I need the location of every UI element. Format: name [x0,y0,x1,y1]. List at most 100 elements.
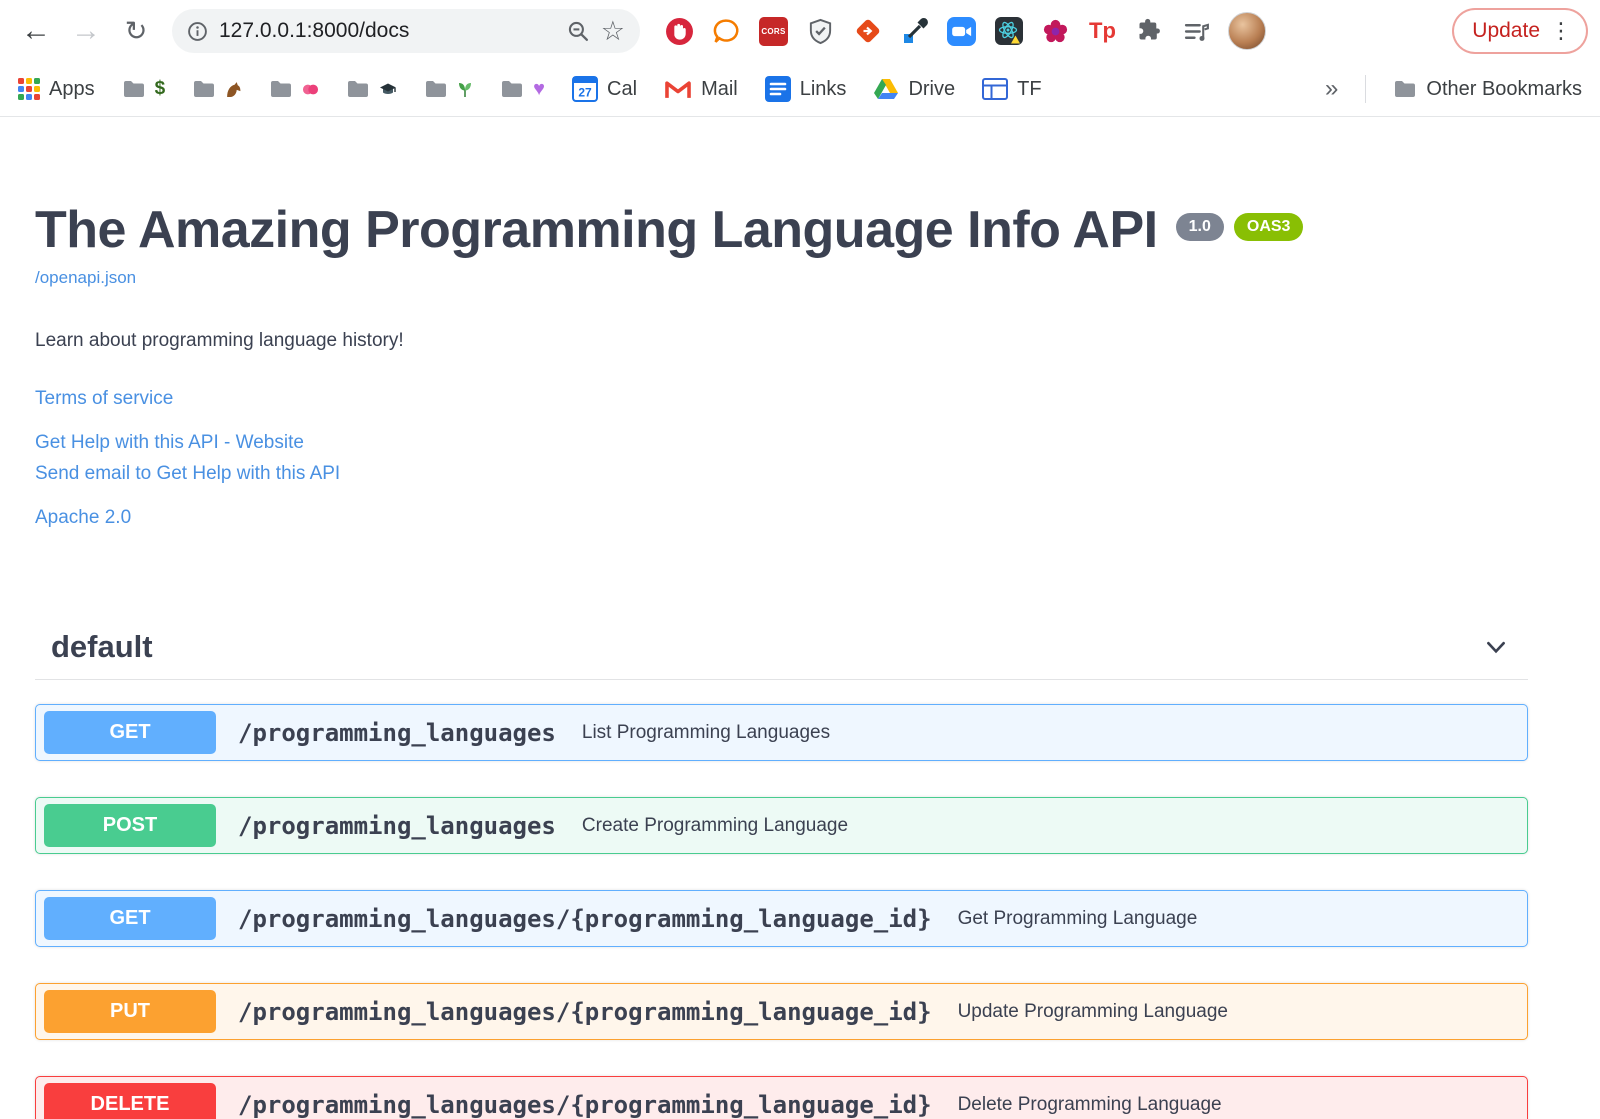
bookmark-folder-brain[interactable] [269,79,319,99]
endpoint-row[interactable]: POST /programming_languages Create Progr… [35,797,1528,855]
api-title-row: The Amazing Programming Language Info AP… [35,201,1528,259]
endpoint-summary: Delete Programming Language [957,1093,1222,1115]
graduation-cap-glyph [380,83,397,94]
bookmark-folder-horse[interactable] [192,79,242,99]
spreadsheet-icon [982,78,1009,100]
folder-icon [271,81,292,97]
chat-bubble-icon[interactable] [711,16,742,47]
bookmark-drive-label: Drive [908,77,956,100]
calendar-icon: 27 [572,76,599,102]
bookmark-folder-herb[interactable] [424,79,473,99]
other-bookmarks[interactable]: Other Bookmarks [1393,78,1582,101]
endpoint-row[interactable]: GET /programming_languages/{programming_… [35,890,1528,948]
endpoint-row[interactable]: DELETE /programming_languages/{programmi… [35,1076,1528,1119]
bookmarks-bar: Apps $ ♥ 27 Cal Mail Links Drive TF » Ot… [0,62,1600,117]
bookmarks-overflow-chevron[interactable]: » [1325,75,1338,103]
bookmarks-divider [1365,75,1367,103]
bookmark-folder-finance[interactable]: $ [122,78,166,100]
bookmark-tf[interactable]: TF [982,77,1042,101]
license-link[interactable]: Apache 2.0 [35,507,131,529]
back-button[interactable]: ← [12,7,60,55]
bookmark-mail-label: Mail [701,77,738,100]
reload-button[interactable]: ↻ [112,7,160,55]
endpoint-path: /programming_languages/{programming_lang… [238,997,932,1026]
bookmark-apps-label: Apps [49,77,95,100]
bookmark-mail[interactable]: Mail [664,78,738,101]
back-icon: ← [21,14,51,47]
puzzle-extensions-icon[interactable] [1134,16,1165,47]
bookmark-calendar-label: Cal [607,77,638,100]
hand-blocker-icon[interactable] [664,16,695,47]
update-label: Update [1472,19,1540,42]
music-queue-icon[interactable] [1181,16,1212,47]
folder-icon [426,81,447,97]
video-camera-icon[interactable] [946,16,977,47]
endpoint-summary: Get Programming Language [957,907,1198,929]
terms-of-service-link[interactable]: Terms of service [35,388,173,410]
extensions-area: CORS Tp [664,16,1212,47]
gmail-icon [665,80,691,98]
flower-icon[interactable] [1040,16,1071,47]
kebab-menu-icon[interactable]: ⋮ [1550,20,1572,42]
endpoint-path: /programming_languages/{programming_lang… [238,904,932,933]
herb-glyph [459,82,472,97]
diamond-arrow-icon[interactable] [852,16,883,47]
brain-glyph [303,84,319,94]
eyedropper-icon[interactable] [899,16,930,47]
endpoint-summary: Update Programming Language [957,1000,1228,1022]
endpoint-summary: Create Programming Language [581,814,849,836]
drive-icon [874,79,899,99]
bookmark-star-icon[interactable]: ☆ [601,17,625,45]
browser-toolbar: ← → ↻ 127.0.0.1:8000/docs ☆ CORS Tp Upda… [0,0,1600,62]
endpoint-row[interactable]: PUT /programming_languages/{programming_… [35,983,1528,1041]
endpoint-summary: List Programming Languages [581,721,831,743]
help-email-link[interactable]: Send email to Get Help with this API [35,463,1528,485]
bookmark-calendar[interactable]: 27 Cal [572,76,637,102]
address-bar[interactable]: 127.0.0.1:8000/docs ☆ [172,9,640,53]
bookmark-tf-label: TF [1017,77,1042,100]
dollar-glyph: $ [154,78,166,99]
endpoint-path: /programming_languages [238,811,556,840]
folder-icon [194,81,215,97]
forward-button[interactable]: → [62,7,110,55]
shield-check-icon[interactable] [805,16,836,47]
update-button[interactable]: Update ⋮ [1452,8,1588,54]
bookmark-folder-school[interactable] [346,79,397,99]
horse-glyph [227,81,241,97]
folder-icon [123,81,144,97]
folder-icon [1395,81,1416,97]
help-website-link[interactable]: Get Help with this API - Website [35,432,1528,454]
atom-devtools-icon[interactable] [993,16,1024,47]
apps-grid-icon [18,78,40,100]
folder-icon [502,81,523,97]
tag-section-title: default [51,629,153,665]
cors-icon[interactable]: CORS [758,16,789,47]
bookmark-folder-heart[interactable]: ♥ [500,79,545,99]
url-text[interactable]: 127.0.0.1:8000/docs [219,19,556,43]
forward-icon: → [71,14,101,47]
endpoint-row[interactable]: GET /programming_languages List Programm… [35,704,1528,762]
api-badges: 1.0 OAS3 [1175,213,1304,241]
method-badge: DELETE [44,1083,216,1119]
profile-avatar[interactable] [1228,12,1266,50]
zoom-icon[interactable] [567,20,590,43]
bookmark-links[interactable]: Links [764,76,846,102]
version-badge: 1.0 [1175,213,1224,241]
other-bookmarks-label: Other Bookmarks [1426,77,1582,100]
page-title: The Amazing Programming Language Info AP… [35,201,1158,259]
openapi-spec-link[interactable]: /openapi.json [35,268,136,288]
method-badge: GET [44,711,216,755]
bookmark-apps[interactable]: Apps [18,78,95,101]
info-icon[interactable] [187,21,208,42]
tp-icon[interactable]: Tp [1087,16,1118,47]
bookmark-drive[interactable]: Drive [873,77,955,101]
method-badge: PUT [44,990,216,1034]
reload-icon: ↻ [124,15,148,46]
links-icon [764,76,791,102]
method-badge: POST [44,804,216,848]
swagger-page: The Amazing Programming Language Info AP… [0,117,1600,1119]
tag-section-header[interactable]: default [35,619,1528,681]
collapse-section-button[interactable] [1480,631,1512,663]
chevron-down-icon [1487,642,1505,654]
svg-text:27: 27 [578,86,592,100]
